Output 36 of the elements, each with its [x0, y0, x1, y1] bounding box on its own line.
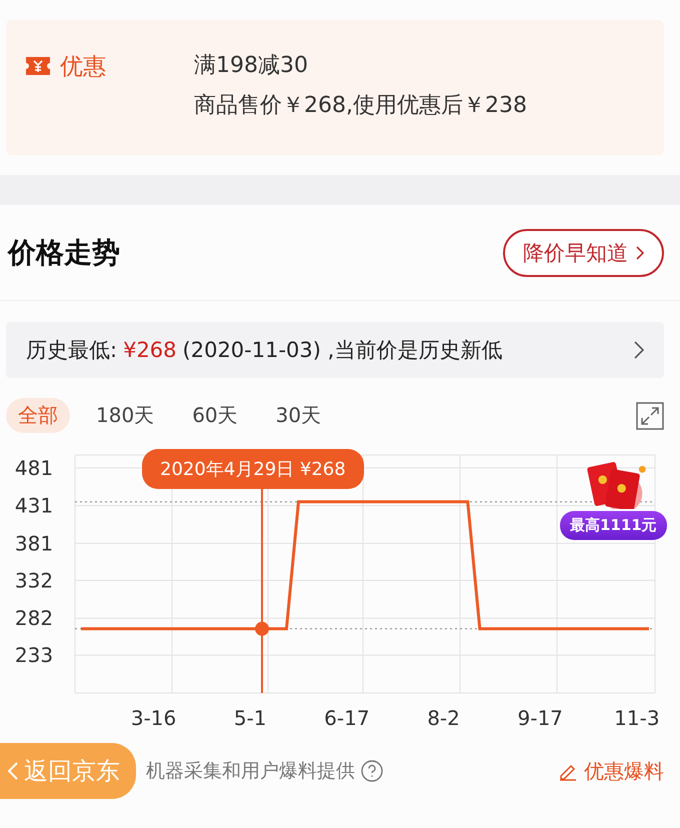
promo-badge[interactable]: 最高1111元: [560, 511, 667, 540]
y-tick-label: 431: [14, 494, 54, 518]
history-low-price: ¥268: [123, 338, 177, 362]
price-alert-button[interactable]: 降价早知道: [503, 228, 664, 276]
chevron-icon: [634, 341, 644, 359]
price-point[interactable]: [255, 622, 269, 636]
y-tick-label: 481: [14, 456, 54, 480]
chevron-icon: [636, 246, 644, 260]
ticket-icon: [26, 57, 50, 75]
y-tick-label: 332: [14, 568, 54, 592]
y-tick-label: 381: [14, 531, 54, 556]
chevron-icon: [8, 762, 18, 780]
x-tick-label: 6-17: [324, 706, 370, 730]
history-low-label: 历史最低:: [26, 337, 118, 364]
range-tab[interactable]: 30天: [264, 398, 334, 433]
coupon-detail: 商品售价￥268,使用优惠后￥238: [194, 92, 527, 120]
range-tab[interactable]: 全部: [6, 398, 70, 433]
y-tick-label: 282: [14, 606, 54, 630]
history-low-bar[interactable]: 历史最低: ¥268 (2020-11-03) ,当前价是历史新低: [6, 322, 664, 378]
x-tick-label: 3-16: [130, 706, 176, 730]
x-tick-label: 9-17: [518, 706, 563, 730]
coupon-label: 优惠: [60, 52, 106, 82]
report-deal-link[interactable]: 优惠爆料: [558, 758, 664, 784]
section-title: 价格走势: [8, 234, 120, 270]
y-tick-label: 233: [14, 643, 54, 668]
expand-icon[interactable]: [636, 402, 664, 430]
x-tick-label: 5-1: [234, 706, 267, 730]
range-tab[interactable]: 60天: [180, 398, 250, 433]
help-icon[interactable]: [361, 760, 383, 782]
coupon-rule: 满198减30: [194, 52, 309, 80]
x-tick-label: 11-3: [614, 706, 660, 730]
history-low-note: (2020-11-03) ,当前价是历史新低: [182, 337, 502, 364]
x-tick-label: 8-2: [427, 706, 460, 730]
range-tab[interactable]: 180天: [84, 398, 166, 433]
price-tooltip: 2020年4月29日 ¥268: [142, 449, 364, 489]
data-source-note: 机器采集和用户爆料提供: [146, 759, 355, 784]
